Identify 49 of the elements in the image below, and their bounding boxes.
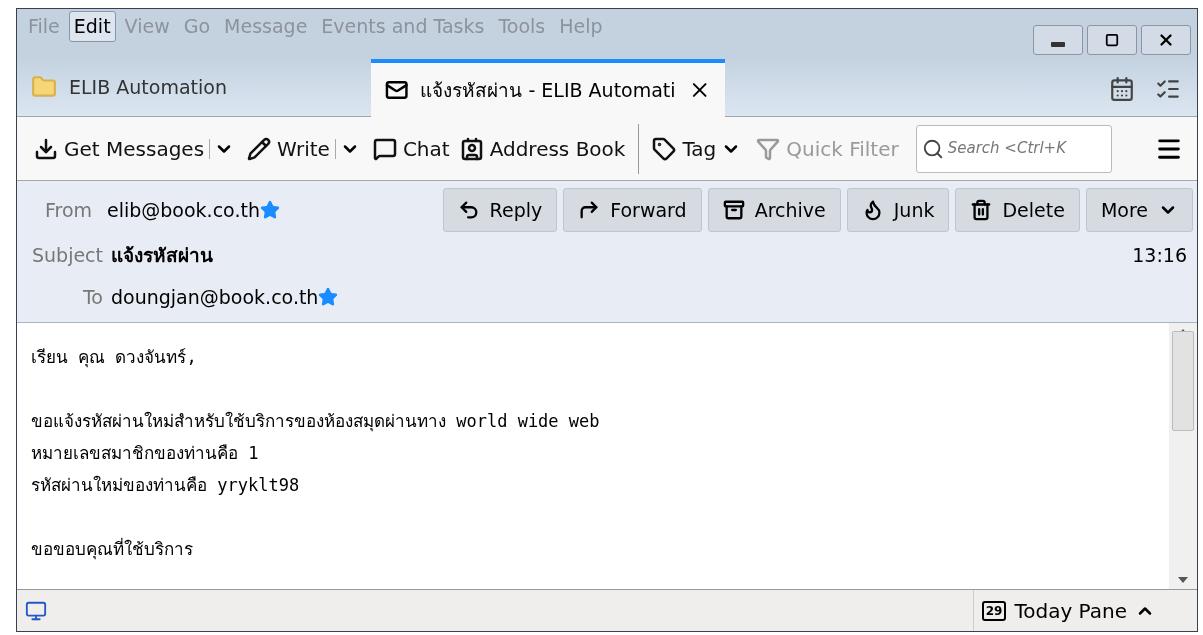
star-icon[interactable] bbox=[259, 200, 280, 220]
menu-item[interactable]: Edit bbox=[68, 11, 116, 42]
tab[interactable]: ELIB Automation bbox=[17, 58, 371, 116]
calendar-day-icon: 29 bbox=[981, 600, 1007, 621]
search-input[interactable]: Search <Ctrl+K bbox=[947, 137, 1106, 160]
chat-icon bbox=[372, 136, 397, 161]
folder-icon bbox=[31, 74, 57, 100]
action-button[interactable]: Forward bbox=[563, 188, 702, 232]
filter-icon bbox=[756, 136, 781, 161]
tab-title: แจ้งรหัสผ่าน - ELIB Automati bbox=[420, 77, 676, 103]
search-field[interactable]: Search <Ctrl+K bbox=[915, 124, 1112, 173]
action-button[interactable]: Archive bbox=[707, 188, 841, 232]
envelope-icon bbox=[385, 78, 409, 102]
recipient-address[interactable]: doungjan@book.co.th bbox=[111, 282, 319, 312]
tab[interactable]: แจ้งรหัสผ่าน - ELIB Automati bbox=[371, 59, 725, 117]
action-button[interactable]: More bbox=[1085, 188, 1193, 232]
write-icon bbox=[247, 136, 272, 161]
tab-title: ELIB Automation bbox=[69, 74, 227, 100]
action-button[interactable]: Reply bbox=[442, 188, 558, 232]
star-icon[interactable] bbox=[318, 287, 339, 307]
action-button[interactable]: Delete bbox=[955, 188, 1080, 232]
minimize-button[interactable] bbox=[1033, 25, 1083, 55]
action-button[interactable]: Junk bbox=[846, 188, 950, 232]
maximize-icon bbox=[1105, 33, 1119, 47]
message-time: 13:16 bbox=[1132, 242, 1187, 268]
calendar-icon[interactable] bbox=[1109, 76, 1135, 102]
close-icon bbox=[1157, 31, 1175, 49]
toolbar-button[interactable]: Address Book bbox=[454, 133, 631, 164]
scrollbar[interactable] bbox=[1169, 323, 1197, 589]
toolbar-button[interactable]: Get Messages bbox=[29, 133, 210, 164]
field-label: Subject bbox=[30, 242, 103, 268]
today-pane-button[interactable]: 29 Today Pane bbox=[972, 590, 1163, 631]
tag-icon bbox=[652, 136, 677, 161]
scroll-down-icon[interactable] bbox=[1178, 577, 1188, 583]
message-body: เรียน คุณ ดวงจันทร์, ขอแจ้งรหัสผ่านใหม่สำหรับใช้บริการของห้องสมุดผ่านทาง world wide web หมายเลขสมาชิกของท่านคือ 1 รหัสผ่านใหม่ของท่านคือ yryklt98 ขอขอบคุณที่ใช้บริการ bbox=[30, 346, 601, 562]
toolbar-button[interactable]: Write bbox=[242, 133, 335, 164]
network-icon bbox=[25, 599, 47, 622]
archive-icon bbox=[722, 199, 745, 221]
field-label: To bbox=[82, 284, 103, 310]
minimize-icon bbox=[1051, 41, 1065, 47]
search-icon bbox=[921, 137, 944, 160]
delete-icon bbox=[970, 199, 993, 221]
maximize-button[interactable] bbox=[1087, 25, 1137, 55]
close-button[interactable] bbox=[1141, 25, 1191, 55]
message-subject: แจ้งรหัสผ่าน bbox=[111, 242, 213, 268]
toolbar-button[interactable]: Chat bbox=[367, 133, 455, 164]
sender-address[interactable]: elib@book.co.th bbox=[107, 195, 260, 225]
toolbar-button[interactable]: Tag bbox=[647, 133, 722, 164]
field-label: From bbox=[45, 197, 94, 223]
